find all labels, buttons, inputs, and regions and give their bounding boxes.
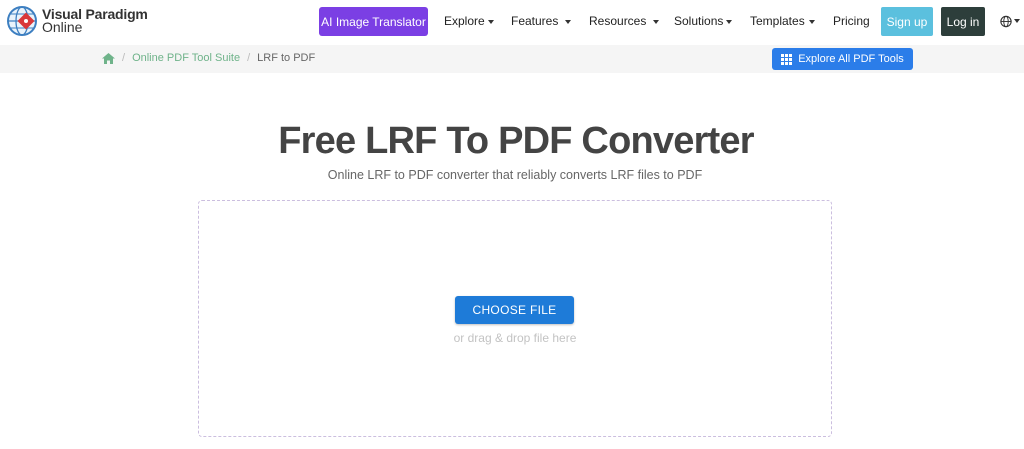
- nav-templates-label: Templates: [750, 14, 805, 28]
- breadcrumb-separator: /: [122, 52, 126, 64]
- chevron-down-icon: [565, 19, 572, 24]
- nav-templates[interactable]: Templates: [750, 14, 815, 28]
- breadcrumb-current: LRF to PDF: [257, 52, 316, 64]
- breadcrumb-separator: /: [247, 52, 251, 64]
- breadcrumb-bar: / Online PDF Tool Suite / LRF to PDF Exp…: [0, 45, 1024, 73]
- chevron-down-icon: [487, 19, 494, 24]
- explore-all-pdf-tools-label: Explore All PDF Tools: [798, 53, 904, 65]
- top-navbar: Visual Paradigm Online AI Image Translat…: [0, 0, 1024, 44]
- choose-file-button[interactable]: CHOOSE FILE: [455, 296, 574, 324]
- page-title: Free LRF To PDF Converter: [278, 120, 754, 162]
- drag-drop-hint: or drag & drop file here: [453, 331, 577, 345]
- language-selector[interactable]: [1000, 12, 1020, 30]
- page-subtitle: Online LRF to PDF converter that reliabl…: [327, 168, 703, 182]
- breadcrumb: / Online PDF Tool Suite / LRF to PDF: [102, 52, 315, 64]
- nav-pricing-label: Pricing: [833, 14, 870, 28]
- sign-up-button[interactable]: Sign up: [881, 7, 933, 36]
- chevron-down-icon: [653, 19, 660, 24]
- log-in-button[interactable]: Log in: [941, 7, 985, 36]
- chevron-down-icon: [1014, 19, 1020, 23]
- home-icon[interactable]: [102, 52, 115, 64]
- nav-pricing[interactable]: Pricing: [833, 14, 870, 28]
- nav-explore[interactable]: Explore: [444, 14, 494, 28]
- nav-resources[interactable]: Resources: [589, 14, 660, 28]
- logo[interactable]: Visual Paradigm Online: [6, 5, 148, 37]
- nav-features[interactable]: Features: [511, 14, 572, 28]
- nav-resources-label: Resources: [589, 14, 647, 28]
- nav-explore-label: Explore: [444, 14, 485, 28]
- explore-all-pdf-tools-button[interactable]: Explore All PDF Tools: [772, 48, 913, 70]
- chevron-down-icon: [808, 19, 815, 24]
- nav-solutions[interactable]: Solutions: [674, 14, 733, 28]
- globe-icon: [1000, 15, 1012, 27]
- logo-sub-text: Online: [42, 19, 83, 35]
- ai-image-translator-button[interactable]: AI Image Translator: [319, 7, 428, 36]
- grid-icon: [781, 53, 793, 65]
- chevron-down-icon: [726, 19, 733, 24]
- logo-globe-icon: [6, 5, 38, 37]
- nav-features-label: Features: [511, 14, 559, 28]
- nav-solutions-label: Solutions: [674, 14, 724, 28]
- breadcrumb-pdf-tool-suite[interactable]: Online PDF Tool Suite: [132, 52, 240, 64]
